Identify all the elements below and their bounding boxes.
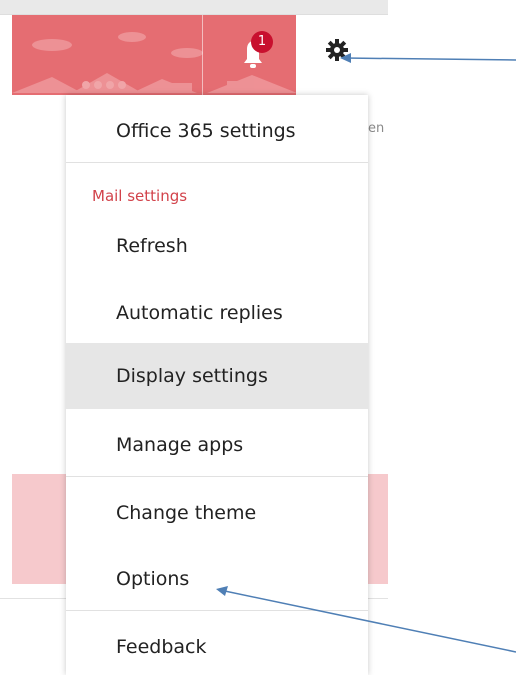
menu-item-change-theme[interactable]: Change theme [66, 487, 368, 539]
header-bar: 1 [12, 15, 388, 95]
office-365-settings-item[interactable]: Office 365 settings [66, 95, 368, 163]
menu-item-display-settings[interactable]: Display settings [66, 343, 368, 409]
menu-divider [66, 476, 368, 477]
mail-settings-header: Mail settings [92, 187, 188, 205]
background-partial-text: en [368, 121, 385, 136]
notification-count-badge: 1 [251, 31, 273, 53]
gear-icon [326, 39, 348, 61]
settings-menu: Office 365 settings Mail settings Refres… [66, 95, 368, 675]
menu-item-refresh[interactable]: Refresh [66, 221, 368, 271]
header-divider [202, 15, 203, 95]
menu-item-feedback[interactable]: Feedback [66, 621, 368, 673]
menu-item-automatic-replies[interactable]: Automatic replies [66, 288, 368, 338]
menu-divider [66, 162, 368, 163]
menu-divider [66, 610, 368, 611]
menu-item-options[interactable]: Options [66, 553, 368, 605]
top-rule [0, 0, 388, 15]
settings-button[interactable] [296, 15, 388, 95]
notifications-button[interactable]: 1 [230, 29, 276, 77]
menu-item-manage-apps[interactable]: Manage apps [66, 419, 368, 471]
